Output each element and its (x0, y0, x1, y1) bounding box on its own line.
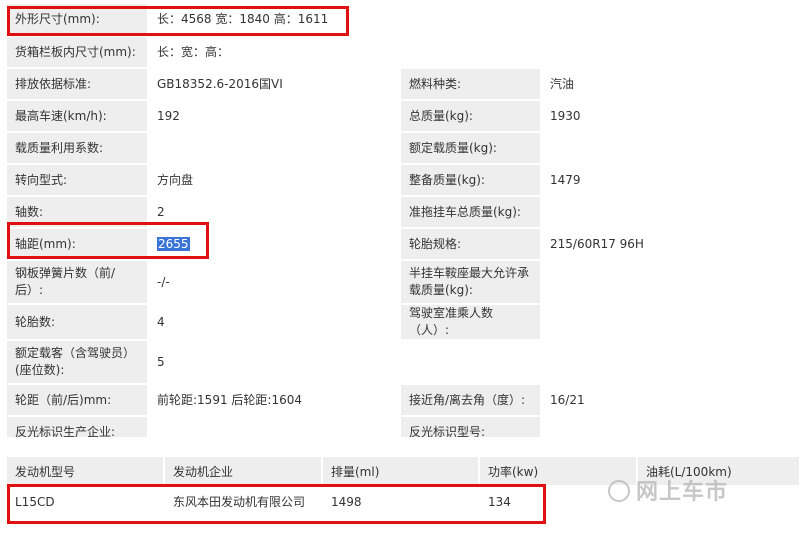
table-row: 载质量利用系数: 额定载质量(kg): (7, 132, 800, 165)
spec-value: 4 (148, 304, 401, 341)
spec-label: 钢板弹簧片数（前/后）: (7, 260, 149, 305)
watermark-logo-icon (608, 480, 630, 502)
spec-label: 额定载客（含驾驶员）(座位数): (7, 340, 149, 385)
spec-value: 215/60R17 96H (541, 228, 800, 261)
spec-label: 轴距(mm): (7, 228, 149, 261)
table-row: 轮距（前/后)mm: 前轮距:1591 后轮距:1604 接近角/离去角（度）:… (7, 384, 800, 417)
spec-value: 汽油 (541, 68, 800, 101)
table-row: 额定载客（含驾驶员）(座位数): 5 (7, 340, 800, 385)
spec-value (148, 132, 401, 165)
table-cell: 东风本田发动机有限公司 (164, 485, 323, 518)
spec-label: 总质量(kg): (400, 100, 542, 133)
spec-value: 长：宽：高： (148, 36, 800, 69)
table-row: 排放依据标准: GB18352.6-2016国VI 燃料种类: 汽油 (7, 68, 800, 101)
column-header: 发动机企业 (164, 457, 323, 485)
spec-label: 转向型式: (7, 164, 149, 197)
spec-label: 燃料种类: (400, 68, 542, 101)
spec-value: 前轮距:1591 后轮距:1604 (148, 384, 401, 417)
spec-value: -/- (148, 260, 401, 305)
watermark: 网上车市 (608, 474, 728, 506)
spec-label: 额定载质量(kg): (400, 132, 542, 165)
spec-value[interactable]: 2655 (148, 228, 401, 261)
table-row: 货箱栏板内尺寸(mm): 长：宽：高： (7, 36, 800, 69)
spec-label: 轮胎数: (7, 304, 149, 341)
table-row: 轮胎数: 4 驾驶室准乘人数（人）: (7, 304, 800, 341)
table-row: 轴距(mm): 2655 轮胎规格: 215/60R17 96H (7, 228, 800, 261)
spec-label: 货箱栏板内尺寸(mm): (7, 36, 149, 69)
spec-label: 最高车速(km/h): (7, 100, 149, 133)
spec-value: 长：4568 宽：1840 高：1611 (148, 4, 800, 37)
spec-value (541, 304, 800, 341)
table-cell: L15CD (7, 485, 165, 518)
spec-value: 1479 (541, 164, 800, 197)
spec-value: 2 (148, 196, 401, 229)
spec-label: 接近角/离去角（度）: (400, 384, 542, 417)
column-header: 排量(ml) (322, 457, 480, 485)
column-header: 发动机型号 (7, 457, 165, 485)
spec-value (541, 132, 800, 165)
table-row: 外形尺寸(mm): 长：4568 宽：1840 高：1611 (7, 4, 800, 37)
spec-value (541, 260, 800, 305)
spec-value: 方向盘 (148, 164, 401, 197)
watermark-text: 网上车市 (636, 480, 729, 505)
spec-value: 5 (148, 340, 800, 385)
spec-label: 驾驶室准乘人数（人）: (400, 304, 542, 341)
table-row: 钢板弹簧片数（前/后）: -/- 半挂车鞍座最大允许承载质量(kg): (7, 260, 800, 305)
spec-label: 准拖挂车总质量(kg): (400, 196, 542, 229)
spec-label: 半挂车鞍座最大允许承载质量(kg): (400, 260, 542, 305)
table-cell: 1498 (322, 485, 480, 518)
table-row: 转向型式: 方向盘 整备质量(kg): 1479 (7, 164, 800, 197)
spec-value (541, 196, 800, 229)
spec-label: 载质量利用系数: (7, 132, 149, 165)
spec-value: 16/21 (541, 384, 800, 417)
spec-label: 整备质量(kg): (400, 164, 542, 197)
table-row: 最高车速(km/h): 192 总质量(kg): 1930 (7, 100, 800, 133)
spec-value: GB18352.6-2016国VI (148, 68, 401, 101)
spec-label: 轮距（前/后)mm: (7, 384, 149, 417)
table-row: 轴数: 2 准拖挂车总质量(kg): (7, 196, 800, 229)
spec-label: 排放依据标准: (7, 68, 149, 101)
selected-text[interactable]: 2655 (157, 236, 190, 251)
spec-label: 外形尺寸(mm): (7, 4, 149, 37)
spec-value: 192 (148, 100, 401, 133)
section-gap (7, 437, 800, 457)
spec-table: 外形尺寸(mm): 长：4568 宽：1840 高：1611 货箱栏板内尺寸(m… (7, 4, 800, 449)
spec-label: 轮胎规格: (400, 228, 542, 261)
spec-label: 轴数: (7, 196, 149, 229)
spec-value: 1930 (541, 100, 800, 133)
